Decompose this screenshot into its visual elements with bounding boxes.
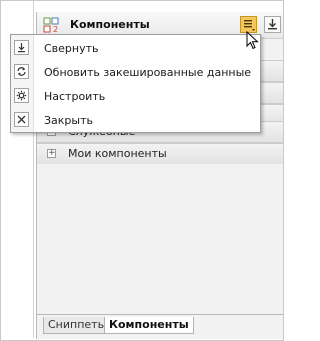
components-grid-icon: 2 xyxy=(43,17,59,34)
components-content-area xyxy=(37,164,283,315)
panel-context-menu: Свернуть Обновить закешированные данные … xyxy=(10,34,261,133)
gear-icon xyxy=(14,88,29,103)
tab-components[interactable]: Компоненты xyxy=(104,317,194,334)
refresh-icon xyxy=(14,64,29,79)
collapse-down-arrow-icon xyxy=(268,19,277,30)
collapse-icon xyxy=(14,40,29,55)
tab-snippets[interactable]: Сниппеты xyxy=(43,317,112,334)
bottom-tabs-bar: Сниппеты Компоненты xyxy=(37,314,283,339)
menu-list-icon xyxy=(244,20,255,31)
collapse-panel-button[interactable] xyxy=(264,16,281,33)
menu-item-refresh-cache[interactable]: Обновить закешированные данные xyxy=(11,60,260,84)
menu-item-configure[interactable]: Настроить xyxy=(11,84,260,108)
section-label: Мои компоненты xyxy=(68,147,167,160)
svg-text:2: 2 xyxy=(53,25,58,33)
menu-item-collapse[interactable]: Свернуть xyxy=(11,36,260,60)
menu-item-label: Закрыть xyxy=(44,114,93,127)
mouse-cursor-icon xyxy=(246,31,259,50)
close-icon xyxy=(14,112,29,127)
plus-icon[interactable]: + xyxy=(47,149,56,158)
panel-title: Компоненты xyxy=(70,18,150,31)
menu-item-label: Настроить xyxy=(44,90,106,103)
menu-item-label: Обновить закешированные данные xyxy=(44,66,252,79)
section-row-my-components[interactable]: + Мои компоненты xyxy=(37,143,283,165)
menu-item-label: Свернуть xyxy=(44,42,99,55)
menu-item-close[interactable]: Закрыть xyxy=(11,108,260,132)
